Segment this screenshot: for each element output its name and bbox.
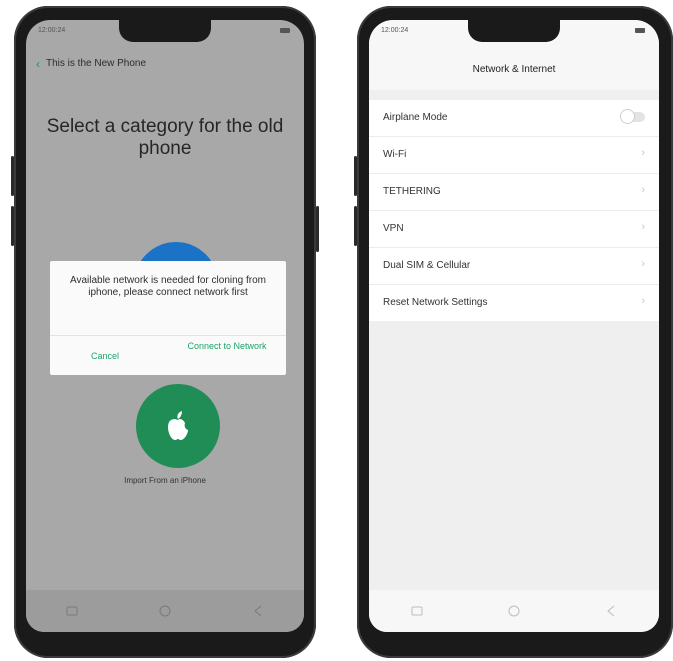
battery-icon	[635, 28, 645, 33]
chevron-right-icon: ›	[641, 147, 645, 159]
status-time: 12:00:24	[38, 27, 66, 34]
row-label: Reset Network Settings	[383, 297, 488, 308]
connect-network-button[interactable]: Connect to Network	[172, 341, 282, 352]
chevron-right-icon: ›	[641, 221, 645, 233]
import-label: Import From an iPhone	[124, 476, 206, 485]
volume-down-button	[354, 206, 357, 246]
volume-up-button	[354, 156, 357, 196]
chevron-right-icon: ›	[641, 258, 645, 270]
menu-icon[interactable]	[410, 604, 424, 618]
dialog-message: Available network is needed for cloning …	[69, 275, 267, 298]
volume-down-button	[11, 206, 14, 246]
screen-settings: 12:00:24 Network & Internet Airplane Mod…	[369, 20, 659, 632]
page-title: Network & Internet	[472, 64, 556, 75]
back-button[interactable]: ‹ This is the New Phone	[36, 56, 147, 71]
wifi-row[interactable]: Wi-Fi ›	[369, 137, 659, 174]
title-bar: 12:00:24 Network & Internet	[369, 20, 659, 90]
toggle-knob	[621, 110, 634, 123]
airplane-mode-toggle[interactable]	[621, 110, 645, 123]
volume-up-button	[11, 156, 14, 196]
tethering-row[interactable]: TETHERING ›	[369, 174, 659, 211]
back-label: This is the New Phone	[46, 58, 147, 69]
network-dialog: Available network is needed for cloning …	[50, 261, 286, 375]
row-label: Wi-Fi	[383, 149, 407, 160]
dual-sim-row[interactable]: Dual SIM & Cellular ›	[369, 248, 659, 285]
row-label: Airplane Mode	[383, 112, 448, 123]
row-label: TETHERING	[383, 186, 441, 197]
settings-list: Airplane Mode Wi-Fi › TETHERING › VPN › …	[369, 100, 659, 321]
airplane-mode-row[interactable]: Airplane Mode	[369, 100, 659, 137]
home-icon[interactable]	[158, 604, 172, 618]
chevron-left-icon: ‹	[36, 56, 40, 71]
apple-icon	[168, 411, 188, 440]
back-triangle-icon[interactable]	[604, 604, 618, 618]
nav-bar	[369, 590, 659, 632]
phone-left: 12:00:24 ‹ This is the New Phone Select …	[11, 6, 319, 658]
cancel-button[interactable]: Cancel	[50, 351, 160, 362]
chevron-right-icon: ›	[641, 295, 645, 307]
status-time: 12:00:24	[381, 27, 409, 34]
power-button	[316, 206, 319, 252]
nav-bar	[26, 590, 304, 632]
screen-clone: 12:00:24 ‹ This is the New Phone Select …	[26, 20, 304, 632]
menu-icon[interactable]	[65, 604, 79, 618]
row-label: VPN	[383, 223, 404, 234]
battery-icon	[280, 28, 290, 33]
dialog-divider	[50, 335, 286, 336]
import-iphone-button[interactable]	[136, 384, 220, 468]
chevron-right-icon: ›	[641, 184, 645, 196]
home-icon[interactable]	[507, 604, 521, 618]
notch	[119, 20, 211, 42]
back-triangle-icon[interactable]	[251, 604, 265, 618]
row-label: Dual SIM & Cellular	[383, 260, 471, 271]
phone-right: 12:00:24 Network & Internet Airplane Mod…	[354, 6, 673, 658]
notch	[468, 20, 560, 42]
reset-network-row[interactable]: Reset Network Settings ›	[369, 285, 659, 321]
vpn-row[interactable]: VPN ›	[369, 211, 659, 248]
page-title: Select a category for the old phone	[46, 116, 284, 159]
